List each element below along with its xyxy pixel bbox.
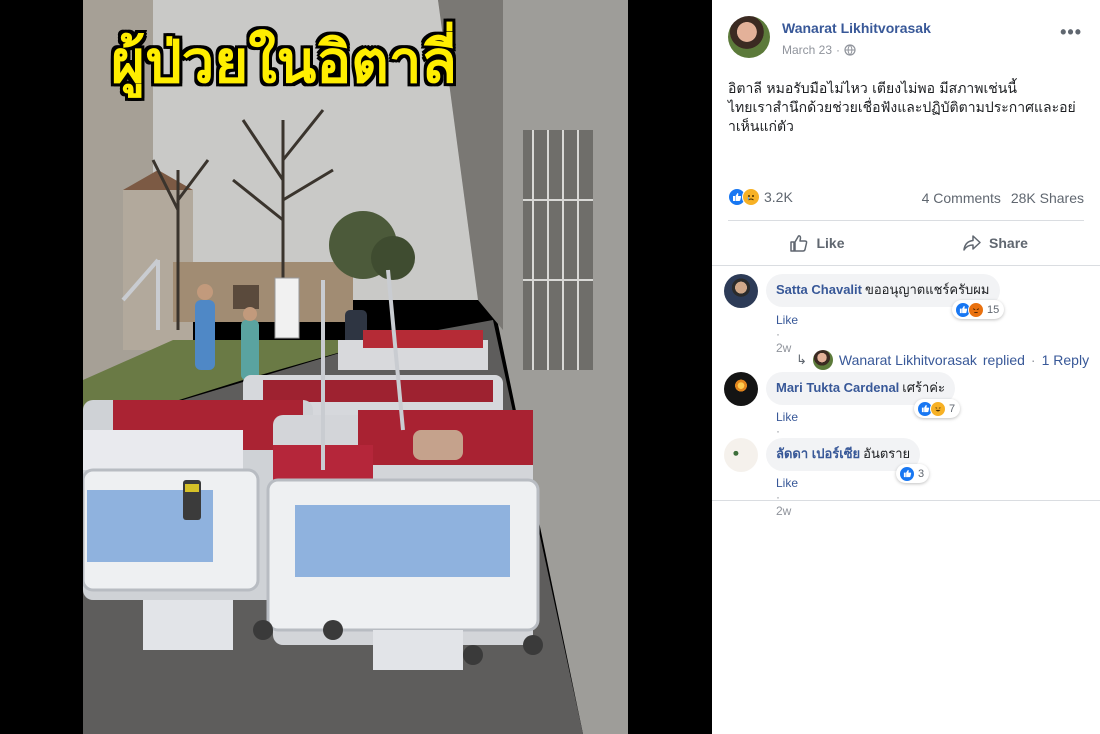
comment-reactions[interactable]: 3 [896,464,930,483]
like-reaction-icon [899,465,915,482]
post-photo[interactable]: ผู้ป่วยในอิตาลี่ [83,0,628,734]
post-meta: March 23 · [782,43,856,57]
globe-icon [844,44,856,56]
reply-summary[interactable]: ↳ Wanarat Likhitvorasak replied · 1 Repl… [796,350,1089,370]
comment-like-link[interactable]: Like [776,410,798,424]
post-meta-separator: · [836,43,841,57]
comment-text: ขออนุญาตแชร์ครับผม [864,283,990,298]
like-button[interactable]: Like [728,224,906,262]
angry-reaction-icon [968,301,984,318]
reply-arrow-icon: ↳ [796,352,807,367]
comment-reactions[interactable]: 15 [952,300,1005,319]
comments-count[interactable]: 4 Comments [922,190,1001,206]
post-text-line: าเห็นแก่ตัว [728,119,794,135]
like-button-label: Like [816,235,845,251]
comment-actions-separator: · [776,490,780,504]
commenter-name[interactable]: ลัดดา เปอร์เซีย [776,446,860,461]
post-text: อิตาลี หมอรับมือไม่ไหว เตียงไม่พอ มีสภาพ… [728,80,1088,137]
reply-separator: · [1030,352,1036,368]
photo-viewer: ผู้ป่วยในอิตาลี่ [0,0,712,734]
comment-text: เศร้าค่ะ [902,381,945,396]
comment-actions-separator: · [776,327,780,341]
comment-like-link[interactable]: Like [776,476,798,490]
comment-reaction-count: 15 [987,303,1000,316]
comment-time[interactable]: 2w [776,341,791,355]
commenter-avatar[interactable] [724,372,758,406]
author-name[interactable]: Wanarat Likhitvorasak [782,20,931,36]
share-button-label: Share [989,235,1028,251]
engagement-counts: 4 Comments 28K Shares [916,190,1084,206]
comment-actions: Like · 2w [776,476,798,518]
reply-author: Wanarat Likhitvorasak [838,352,977,368]
reply-avatar [812,350,833,370]
shares-count[interactable]: 28K Shares [1011,190,1084,206]
photo-illustration [83,0,628,734]
commenter-avatar[interactable] [724,274,758,308]
divider [728,220,1084,221]
share-button[interactable]: Share [906,224,1084,262]
comment-time[interactable]: 2w [776,504,791,518]
comments-end-divider [712,500,1100,501]
post-text-line: อิตาลี หมอรับมือไม่ไหว เตียงไม่พอ มีสภาพ… [728,81,1017,97]
more-icon[interactable]: ••• [1060,22,1082,43]
commenter-name[interactable]: Satta Chavalit [776,282,862,297]
comment-actions-separator: · [776,424,780,438]
sad-reaction-icon [742,188,760,206]
haha-reaction-icon [930,400,946,417]
share-arrow-icon [963,235,981,251]
reaction-summary[interactable]: 3.2K [728,188,793,206]
comment-actions: Like · 2w [776,313,798,355]
commenter-avatar[interactable] [724,438,758,472]
comment-reaction-count: 3 [918,467,925,480]
comments-divider [712,265,1100,266]
thumbs-up-icon [790,235,808,252]
commenter-name[interactable]: Mari Tukta Cardenal [776,380,899,395]
comment-bubble: ลัดดา เปอร์เซีย อันตราย [766,438,921,471]
comment-reactions[interactable]: 7 [914,399,961,418]
author-avatar[interactable] [728,16,770,58]
comment-reaction-count: 7 [949,402,956,415]
reply-action: replied [982,352,1025,368]
post-panel: Wanarat Likhitvorasak March 23 · ••• อิต… [712,0,1100,734]
post-text-line: ไทยเราสำนึกด้วยช่วยเชื่อฟังและปฏิบัติตาม… [728,100,1076,116]
comment-text: อันตราย [863,447,911,462]
post-date[interactable]: March 23 [782,43,832,57]
reply-count: 1 Reply [1041,352,1090,368]
post-actions: Like Share [728,224,1084,262]
reaction-count: 3.2K [764,189,793,205]
post-stats: 3.2K 4 Comments 28K Shares [728,186,1084,212]
photo-caption: ผู้ป่วยในอิตาลี่ [111,28,457,96]
post-header: Wanarat Likhitvorasak March 23 · ••• [728,16,1084,66]
comment-like-link[interactable]: Like [776,313,798,327]
